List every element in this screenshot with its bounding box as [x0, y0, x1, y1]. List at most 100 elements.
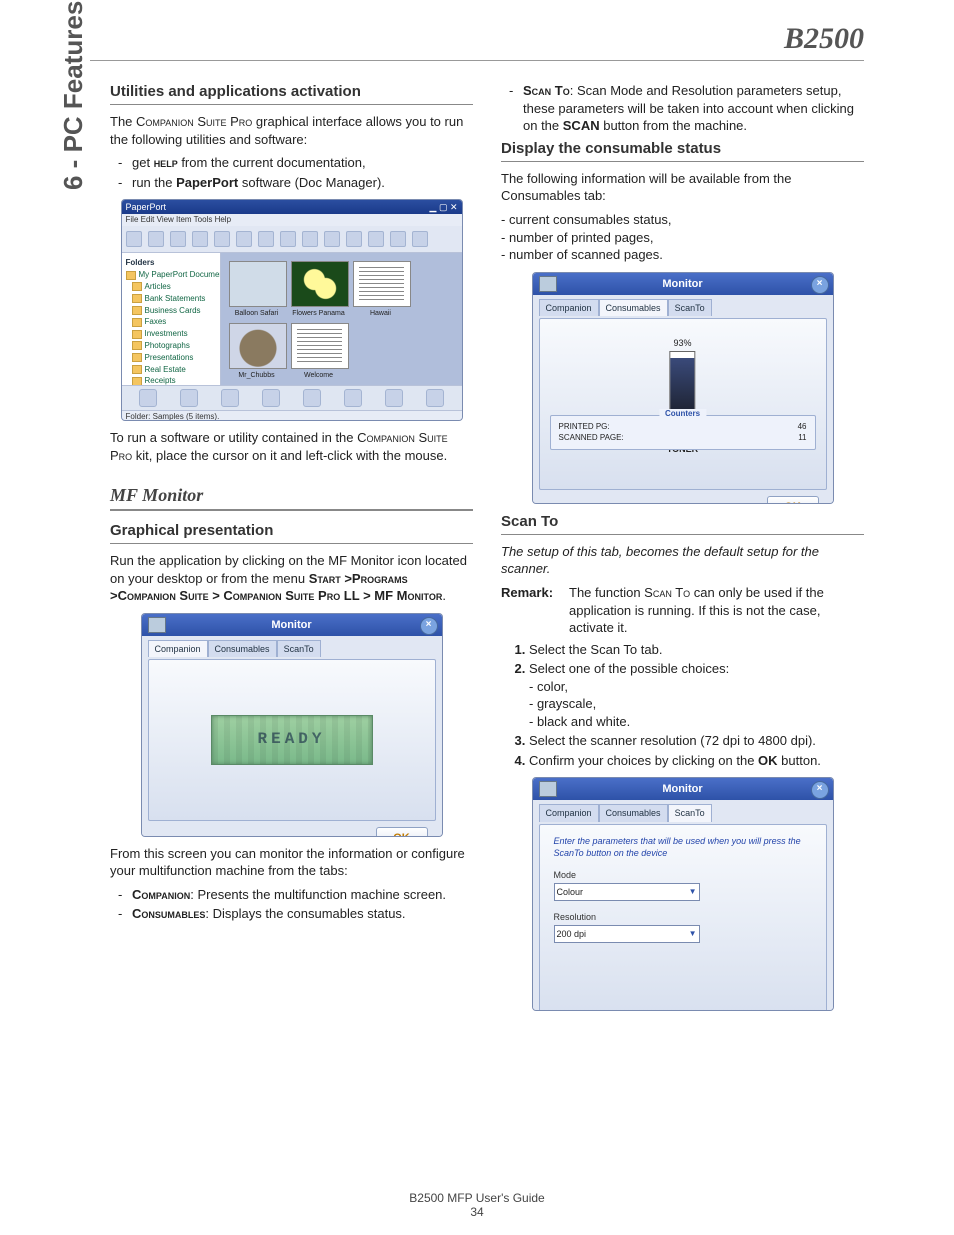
close-icon[interactable]: × — [811, 276, 829, 294]
window-title: Monitor — [662, 783, 702, 795]
folder-icon — [132, 353, 142, 362]
text: Receipts — [145, 376, 176, 385]
close-icon[interactable]: × — [420, 617, 438, 635]
companion-panel: READY — [148, 659, 436, 821]
rule — [110, 104, 473, 105]
rule — [501, 161, 864, 162]
resolution-select[interactable]: 200 dpi▼ — [554, 925, 700, 943]
toolbar-icon — [426, 389, 444, 407]
toolbar — [122, 226, 462, 253]
ok-button[interactable]: OK — [376, 827, 428, 837]
window-titlebar: Monitor × — [533, 273, 833, 295]
tab-scanto[interactable]: ScanTo — [668, 299, 712, 316]
rule — [110, 509, 473, 511]
remark-row: Remark: The function Scan To can only be… — [501, 584, 864, 637]
bottom-toolbar — [122, 385, 462, 410]
tab-consumables[interactable]: Consumables — [599, 299, 668, 316]
thumb-image — [229, 261, 287, 307]
list-item: get help from the current documentation, — [132, 154, 473, 172]
window-title: Monitor — [662, 278, 702, 290]
tab-scanto[interactable]: ScanTo — [668, 804, 712, 821]
folder-tree: Folders My PaperPort Documents Articles … — [122, 253, 221, 385]
gp-paragraph-1: Run the application by clicking on the M… — [110, 552, 473, 605]
toolbar-icon — [280, 231, 296, 247]
text-smallcaps: Companion Suite Pro — [136, 114, 252, 129]
toolbar-icon — [368, 231, 384, 247]
resolution-value: 200 dpi — [557, 928, 587, 940]
status-bar: Folder: Samples (5 items). — [122, 410, 462, 421]
text: grayscale, — [537, 696, 596, 711]
text-bold-smallcaps: Consumables — [132, 906, 205, 921]
folder-icon — [132, 282, 142, 291]
list-item: Scan To: Scan Mode and Resolution parame… — [523, 82, 864, 135]
text-bold: OK — [758, 753, 778, 768]
left-column: Utilities and applications activation Th… — [110, 78, 473, 1175]
mode-select[interactable]: Colour▼ — [554, 883, 700, 901]
running-title: B2500 — [784, 22, 864, 56]
toolbar-icon — [258, 231, 274, 247]
lcd-text: READY — [257, 729, 325, 751]
text: button. — [778, 753, 821, 768]
ok-button[interactable]: OK — [767, 496, 819, 504]
close-icon[interactable]: × — [811, 781, 829, 799]
list-item: - current consumables status, — [501, 211, 864, 229]
thumbnail: Welcome — [291, 323, 347, 380]
tab-description-list: Companion: Presents the multifunction ma… — [110, 886, 473, 923]
utilities-heading: Utilities and applications activation — [110, 82, 473, 102]
text: kit, place the cursor on it and left-cli… — [132, 448, 447, 463]
tab-consumables[interactable]: Consumables — [208, 640, 277, 657]
folder-icon — [132, 318, 142, 327]
list-item: Consumables: Displays the consumables st… — [132, 905, 473, 923]
text: number of printed pages, — [509, 230, 654, 245]
thumb-label: Flowers Panama — [292, 310, 345, 317]
text-smallcaps: Scan To — [644, 585, 690, 600]
list-item: Companion: Presents the multifunction ma… — [132, 886, 473, 904]
window-title: PaperPort — [126, 200, 167, 214]
window-titlebar: Monitor × — [533, 778, 833, 800]
thumbnail: Hawaii — [353, 261, 409, 318]
tab-companion[interactable]: Companion — [148, 640, 208, 657]
tab-scanto[interactable]: ScanTo — [277, 640, 321, 657]
chevron-down-icon: ▼ — [689, 887, 697, 898]
text: Run the application by clicking on the M… — [110, 553, 467, 586]
printed-value: 46 — [798, 422, 807, 433]
monitor-consumables-screenshot: Monitor × Companion Consumables ScanTo 9… — [532, 272, 834, 504]
step-item: Select the scanner resolution (72 dpi to… — [529, 732, 864, 750]
right-column: Scan To: Scan Mode and Resolution parame… — [501, 78, 864, 1175]
text: Business Cards — [145, 306, 201, 315]
toolbar-icon — [302, 231, 318, 247]
chapter-side-label: 6 - PC Features — [58, 1, 89, 190]
list-item: run the PaperPort software (Doc Manager)… — [132, 174, 473, 192]
text: number of scanned pages. — [509, 247, 663, 262]
text: The function — [569, 585, 644, 600]
mf-monitor-heading: MF Monitor — [110, 483, 473, 507]
toolbar-icon — [139, 389, 157, 407]
thumbnail: Mr_Chubbs — [229, 323, 285, 380]
thumb-label: Balloon Safari — [235, 310, 279, 317]
tab-companion[interactable]: Companion — [539, 299, 599, 316]
tab-bar: Companion Consumables ScanTo — [539, 804, 827, 821]
toolbar-icon — [180, 389, 198, 407]
tab-consumables[interactable]: Consumables — [599, 804, 668, 821]
toolbar-icon — [214, 231, 230, 247]
tab-companion[interactable]: Companion — [539, 804, 599, 821]
tree-item: Business Cards — [126, 306, 216, 317]
scanto-heading: Scan To — [501, 512, 864, 532]
text: Real Estate — [145, 365, 186, 374]
tree-item: Photographs — [126, 341, 216, 352]
step-item: Confirm your choices by clicking on the … — [529, 752, 864, 770]
tab-bar: Companion Consumables ScanTo — [148, 640, 436, 657]
continued-list: Scan To: Scan Mode and Resolution parame… — [501, 82, 864, 135]
consumable-status-heading: Display the consumable status — [501, 139, 864, 159]
text: Articles — [145, 282, 171, 291]
text: Confirm your choices by clicking on the — [529, 753, 758, 768]
resolution-row: Resolution 200 dpi▼ — [554, 911, 812, 943]
thumb-image — [291, 261, 349, 307]
text-bold-smallcaps: Scan To — [523, 83, 570, 98]
text: : Presents the multifunction machine scr… — [190, 887, 446, 902]
folder-icon — [132, 294, 142, 303]
text: . — [442, 588, 446, 603]
text: get — [132, 155, 154, 170]
consumables-intro: The following information will be availa… — [501, 170, 864, 205]
graphical-presentation-heading: Graphical presentation — [110, 521, 473, 541]
